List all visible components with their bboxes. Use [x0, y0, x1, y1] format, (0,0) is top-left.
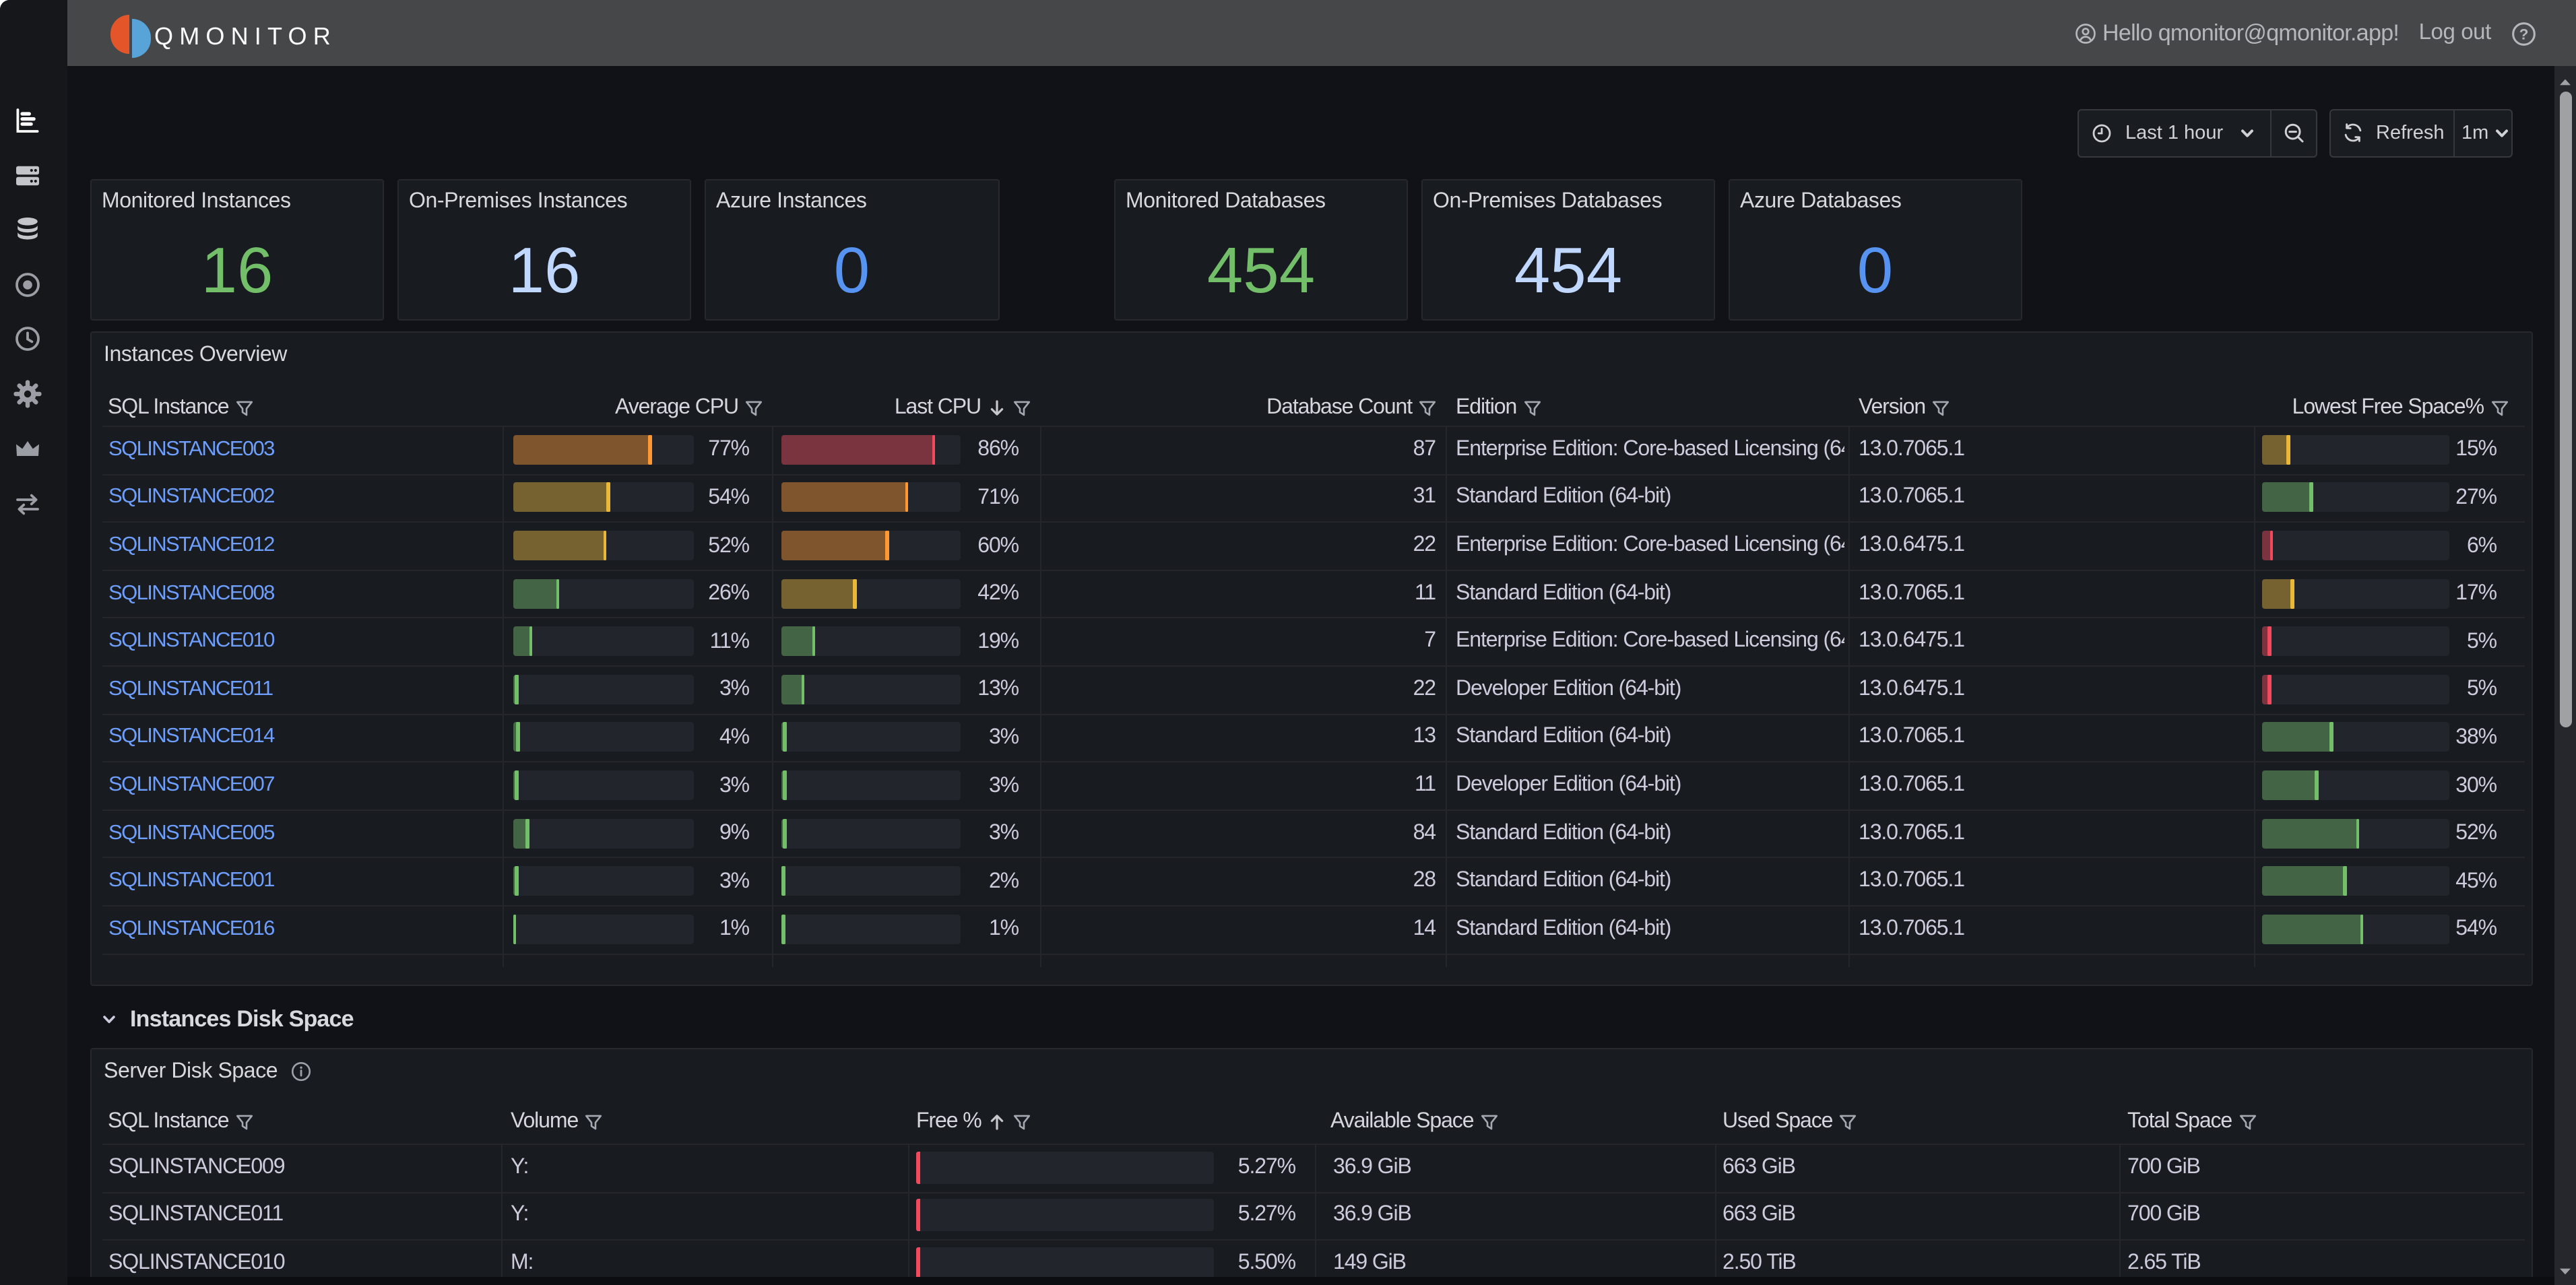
svg-text:?: ? [2519, 26, 2529, 42]
